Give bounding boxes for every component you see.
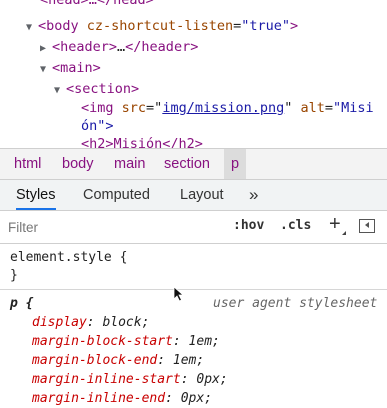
more-tabs-icon[interactable]: » [249, 180, 258, 210]
section-tag: <section> [66, 81, 140, 97]
tab-styles[interactable]: Styles [16, 180, 56, 210]
img-src-attr: src [121, 100, 147, 116]
declaration-value: 1em; [172, 353, 205, 368]
element-style-brace: } [10, 268, 18, 283]
img-alt-eq: = [324, 100, 334, 116]
element-style-rule[interactable]: element.style { [10, 248, 127, 267]
declaration-row[interactable]: display: block; [32, 313, 149, 332]
h2-tag: <h2>Misión</h2> [81, 136, 203, 148]
declaration-property: margin-block-start [32, 334, 173, 349]
breadcrumb-p[interactable]: p [224, 149, 247, 179]
breadcrumb-main[interactable]: main [110, 149, 149, 179]
declaration-row[interactable]: margin-inline-end: 0px; [32, 389, 212, 408]
filter-input[interactable] [6, 215, 220, 239]
img-alt-value-end: ón"> [81, 118, 114, 134]
tree-row-header[interactable]: ▶ <header>…</header> [40, 37, 198, 59]
declaration-row[interactable]: margin-block-end: 1em; [32, 351, 204, 370]
cls-button[interactable]: .cls [280, 218, 311, 233]
tree-row-body[interactable]: ▼ <body cz-shortcut-listen="true"> [26, 16, 298, 38]
header-ellipsis[interactable]: … [117, 39, 125, 55]
img-src-eq: =" [146, 100, 163, 116]
declaration-value: 0px; [196, 372, 228, 387]
breadcrumb: html body main section p [0, 148, 387, 180]
body-tag: <body [38, 18, 79, 34]
triangle-down-icon[interactable]: ▼ [26, 18, 38, 38]
img-alt-value-start: "Misi [333, 100, 374, 116]
declaration-property: margin-inline-start [32, 372, 181, 387]
rule-selector-row[interactable]: p { [10, 294, 33, 313]
body-tag-close: > [290, 18, 299, 34]
head-tag: <head>…</head> [40, 0, 154, 8]
declaration-value: 0px; [180, 391, 213, 406]
rule-source-label: user agent stylesheet [213, 296, 378, 311]
rule-divider [0, 289, 387, 290]
sidebar-toggle-icon[interactable] [359, 219, 375, 233]
body-attr-value: "true" [241, 18, 291, 34]
breadcrumb-body[interactable]: body [58, 149, 97, 179]
declaration-property: margin-block-end [32, 353, 158, 368]
rule-selector: p { [10, 296, 34, 311]
body-attr-eq: = [233, 18, 242, 34]
sidebar-tabs: Styles Computed Layout » [0, 180, 387, 211]
new-style-rule-button[interactable]: + [329, 213, 341, 236]
triangle-right-icon[interactable]: ▶ [40, 39, 52, 59]
new-rule-menu-icon[interactable] [342, 231, 346, 235]
img-alt-attr: alt [300, 100, 325, 116]
declaration-property: display [32, 315, 87, 330]
tab-computed[interactable]: Computed [83, 180, 150, 210]
element-style-close: } [10, 266, 18, 285]
element-style-selector: element.style { [10, 250, 128, 265]
tree-row-head[interactable]: <head>…</head> [40, 0, 154, 10]
main-tag: <main> [52, 60, 101, 76]
tree-row-h2[interactable]: <h2>Misión</h2> [81, 134, 203, 148]
tree-row-main[interactable]: ▼ <main> [40, 58, 101, 80]
declaration-value: block; [102, 315, 150, 330]
styles-pane: element.style { } p { user agent stylesh… [0, 244, 387, 406]
mouse-cursor-icon [173, 286, 184, 302]
elements-dom-tree: <head>…</head> ▼ <body cz-shortcut-listen… [0, 0, 387, 148]
body-attr-name: cz-shortcut-listen [86, 18, 234, 34]
declaration-value: 1em; [188, 334, 220, 349]
declaration-row[interactable]: margin-block-start: 1em; [32, 332, 220, 351]
img-src-link[interactable]: img/mission.png [162, 100, 284, 116]
breadcrumb-section[interactable]: section [160, 149, 214, 179]
triangle-down-icon[interactable]: ▼ [40, 60, 52, 80]
header-close-tag: </header> [125, 39, 199, 55]
declaration-property: margin-inline-end [32, 391, 166, 406]
breadcrumb-html[interactable]: html [10, 149, 45, 179]
styles-filter-bar: :hov .cls + [0, 211, 387, 244]
rule-source: user agent stylesheet [213, 294, 377, 313]
tree-row-img-wrap: ón"> [81, 116, 114, 136]
declaration-row[interactable]: margin-inline-start: 0px; [32, 370, 228, 389]
header-tag: <header> [52, 39, 118, 55]
img-tag: <img [81, 100, 114, 116]
hov-button[interactable]: :hov [233, 218, 264, 233]
tree-row-img[interactable]: <img src="img/mission.png" alt="Misi [81, 98, 374, 118]
triangle-down-icon[interactable]: ▼ [54, 81, 66, 101]
tab-layout[interactable]: Layout [180, 180, 224, 210]
img-src-quote: " [284, 100, 293, 116]
